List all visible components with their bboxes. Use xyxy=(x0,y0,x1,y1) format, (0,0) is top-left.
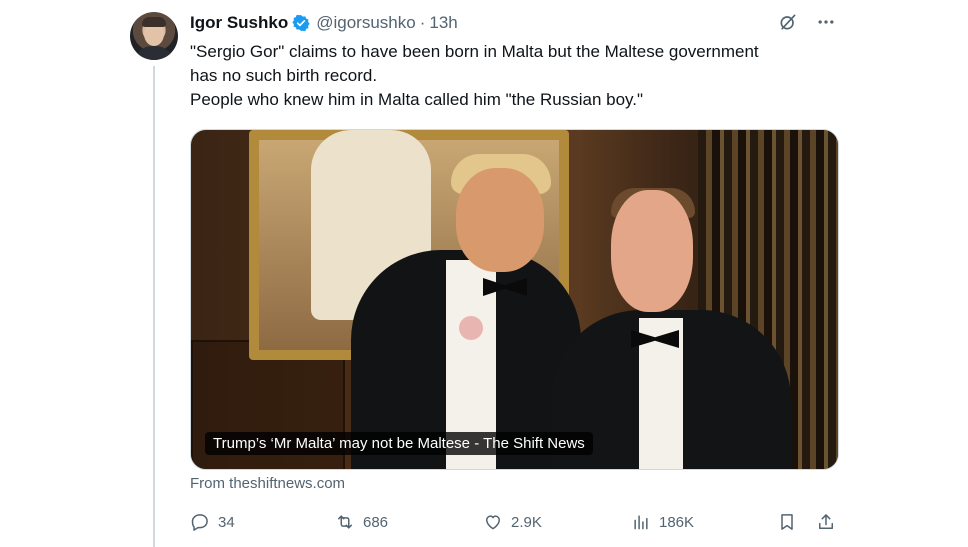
tweet-text-line: People who knew him in Malta called him … xyxy=(190,90,644,109)
tweet-time[interactable]: 13h xyxy=(429,13,457,33)
thread-line xyxy=(153,66,155,547)
link-card-image[interactable]: Trump’s ‘Mr Malta’ may not be Maltese - … xyxy=(190,129,839,470)
reply-count: 34 xyxy=(218,513,235,531)
author-handle[interactable]: @igorsushko xyxy=(316,13,415,33)
bookmark-icon xyxy=(781,514,793,530)
tweet-actions-bar: 34 686 2.9K 186K xyxy=(190,508,838,536)
tweet-header: Igor Sushko @igorsushko · 13h xyxy=(190,12,458,34)
author-name[interactable]: Igor Sushko xyxy=(190,13,288,33)
repost-icon xyxy=(338,515,352,529)
views-button[interactable]: 186K xyxy=(631,508,694,536)
link-source[interactable]: From theshiftnews.com xyxy=(190,475,345,492)
avatar[interactable] xyxy=(130,12,178,60)
link-card-caption: Trump’s ‘Mr Malta’ may not be Maltese - … xyxy=(205,432,593,455)
more-icon[interactable] xyxy=(816,12,836,32)
like-icon xyxy=(486,515,500,530)
tweet-text-line: has no such birth record. xyxy=(190,66,378,85)
tweet-text-line: "Sergio Gor" claims to have been born in… xyxy=(190,42,759,61)
bookmark-button[interactable] xyxy=(777,508,797,536)
views-count: 186K xyxy=(659,513,695,531)
views-icon xyxy=(634,515,648,530)
grok-icon[interactable] xyxy=(778,12,798,32)
like-count: 2.9K xyxy=(511,513,542,531)
share-button[interactable] xyxy=(816,508,836,536)
tweet-top-actions xyxy=(778,12,836,32)
verified-badge-icon[interactable] xyxy=(292,14,310,32)
share-icon xyxy=(819,514,833,529)
repost-button[interactable]: 686 xyxy=(335,508,388,536)
separator-dot: · xyxy=(419,13,426,32)
like-button[interactable]: 2.9K xyxy=(483,508,542,536)
reply-icon xyxy=(191,514,208,531)
tweet-text: "Sergio Gor" claims to have been born in… xyxy=(190,40,850,112)
reply-button[interactable]: 34 xyxy=(190,508,235,536)
repost-count: 686 xyxy=(363,513,389,531)
